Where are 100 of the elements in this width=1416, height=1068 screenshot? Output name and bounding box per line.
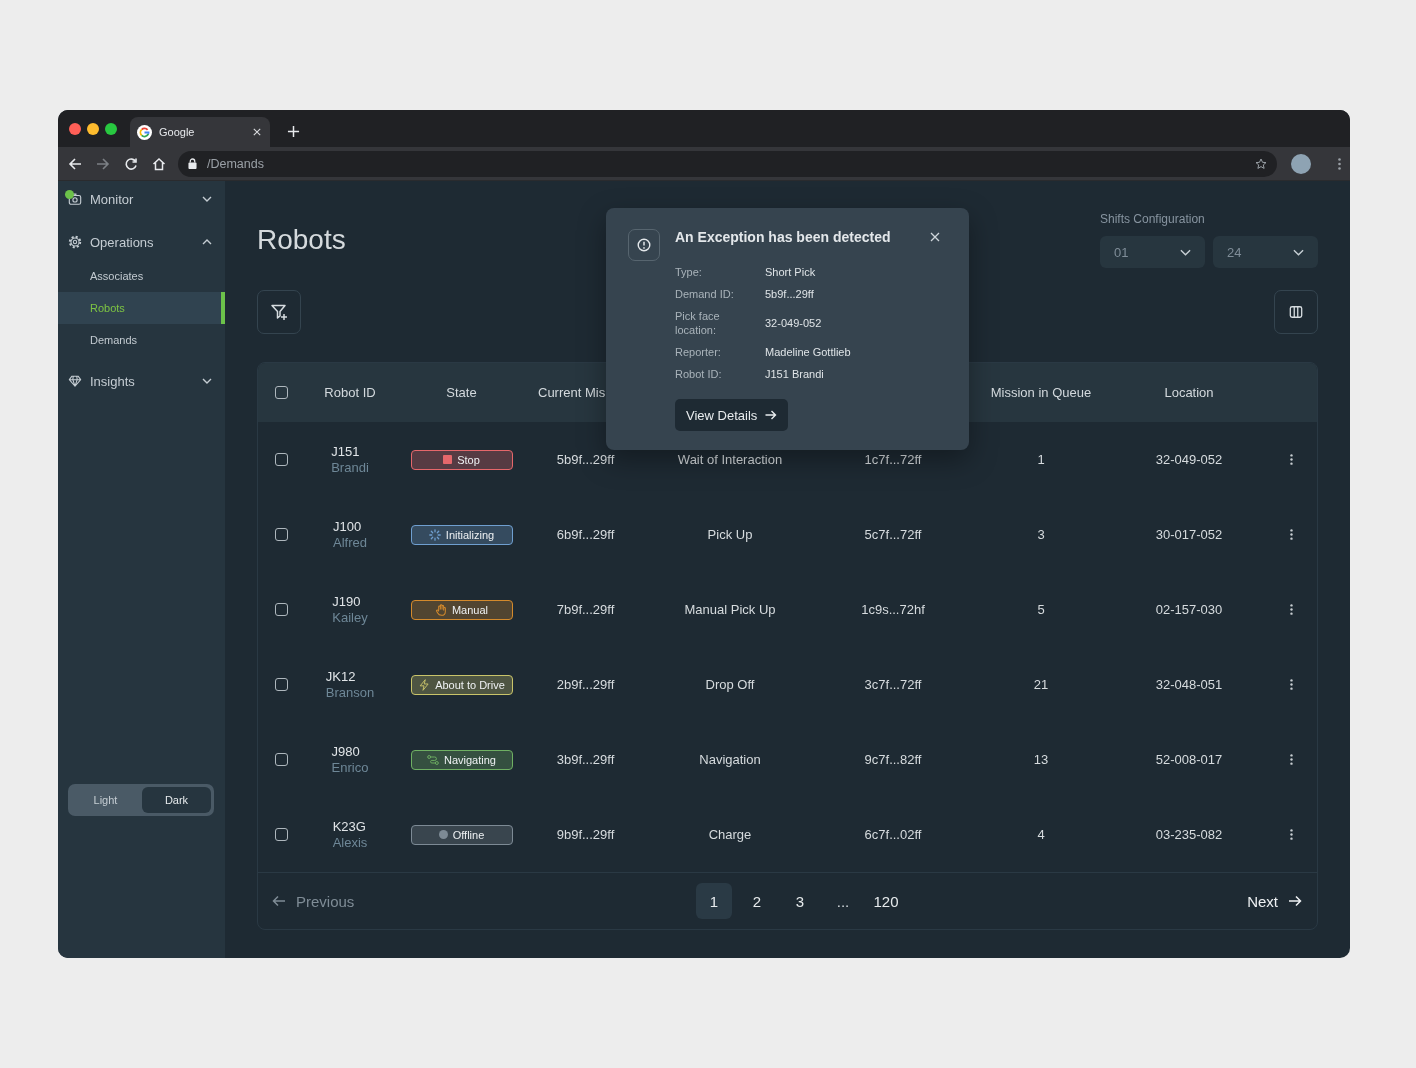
field-label: Robot ID: [675,367,722,381]
column-header: Current Mis [538,385,606,400]
columns-button[interactable] [1274,290,1318,334]
close-icon[interactable] [253,128,261,136]
minimize-window-icon[interactable] [87,122,99,135]
shift-select[interactable]: 01 [1100,236,1205,268]
robot-name: Branson [325,684,375,701]
robot-id: K23G [332,818,366,835]
sidebar-subitem[interactable]: Demands [58,324,225,356]
sidebar-subitem[interactable]: Robots [58,292,225,324]
table-cell: 3c7f...72ff [864,677,922,692]
browser-tab[interactable]: Google [130,117,270,147]
table-cell: 5b9f...29ff [556,452,615,467]
table-cell: Charge [708,827,752,842]
filter-add-icon [270,303,288,321]
page-button[interactable]: 1 [696,883,732,919]
row-checkbox[interactable] [275,603,288,616]
table-cell: 03-235-082 [1155,827,1223,842]
camera-icon [68,192,82,206]
table-cell: 02-157-030 [1155,602,1223,617]
page-button[interactable]: 120 [868,883,904,919]
select-all-checkbox[interactable] [275,386,288,399]
field-label: Pick face location: [675,309,721,337]
more-icon[interactable] [1289,529,1293,540]
field-value: 32-049-052 [765,316,822,330]
lock-icon [188,158,197,169]
sidebar-item[interactable]: Insights [58,363,225,399]
next-button[interactable]: Next [1247,892,1302,910]
table-cell: 1c9s...72hf [861,602,925,617]
robot-name: Alfred [333,534,367,551]
more-icon[interactable] [1289,679,1293,690]
theme-option[interactable]: Dark [142,787,211,813]
filter-button[interactable] [257,290,301,334]
hand-icon [434,603,447,616]
table-cell: 30-017-052 [1155,527,1223,542]
column-header: Robot ID [324,385,376,400]
close-window-icon[interactable] [69,122,81,135]
home-icon[interactable] [152,156,166,171]
more-icon[interactable] [1289,754,1293,765]
table-cell: 32-048-051 [1155,677,1223,692]
sidebar-item[interactable]: Operations [58,224,225,260]
theme-option[interactable]: Light [71,787,140,813]
robot-name: Enrico [331,759,369,776]
diamond-icon [68,374,82,388]
popup-title: An Exception has been detected [675,229,891,245]
more-icon[interactable] [1289,829,1293,840]
page-button[interactable]: 3 [782,883,818,919]
chevron-down-icon [1180,248,1191,256]
robot-id: J980 [331,743,360,760]
table-cell: 13 [1033,752,1049,767]
chevron-down-icon [1293,248,1304,256]
row-checkbox[interactable] [275,753,288,766]
arrow-right-icon [765,410,778,420]
lightning-icon [418,678,431,691]
table-cell: 4 [1037,827,1045,842]
robot-id: JK12 [325,668,356,685]
table-cell: 6c7f...02ff [864,827,922,842]
close-icon[interactable] [930,232,940,242]
table-cell: 32-049-052 [1155,452,1223,467]
page-button[interactable]: 2 [739,883,775,919]
table-cell: 21 [1033,677,1049,692]
back-icon[interactable] [68,156,82,171]
table-cell: Wait of Interaction [677,452,783,467]
table-cell: 5c7f...72ff [864,527,922,542]
table-cell: Manual Pick Up [684,602,776,617]
sidebar-item[interactable]: Monitor [58,181,225,217]
table-cell: Pick Up [707,527,753,542]
table-cell: 5 [1037,602,1045,617]
address-field[interactable]: /Demands [178,150,1277,177]
robot-id: J100 [333,518,362,535]
reload-icon[interactable] [124,156,138,171]
more-icon[interactable] [1289,604,1293,615]
maximize-window-icon[interactable] [105,122,117,135]
row-checkbox[interactable] [275,828,288,841]
table-cell: 7b9f...29ff [556,602,615,617]
avatar-icon[interactable] [1291,153,1311,174]
view-details-button[interactable]: View Details [675,399,789,431]
more-icon[interactable] [1289,454,1293,465]
row-checkbox[interactable] [275,528,288,541]
row-checkbox[interactable] [275,678,288,691]
field-label: Demand ID: [675,287,734,301]
shift-select[interactable]: 24 [1213,236,1318,268]
field-value: J151 Brandi [765,367,824,381]
route-icon [427,753,439,766]
spinner-icon [428,528,441,541]
sidebar-subitem[interactable]: Associates [58,260,225,292]
star-icon[interactable] [1255,157,1267,170]
robot-id: J151 [331,443,360,460]
column-header: Location [1164,385,1214,400]
table-cell: 1c7f...72ff [864,452,922,467]
plus-icon[interactable] [287,125,300,138]
dot-icon [438,830,448,839]
robot-name: Alexis [332,834,368,851]
robot-name: Kailey [332,609,368,626]
state-label: Manual [451,603,489,616]
page-ellipsis: ... [835,891,851,911]
arrow-left-icon [272,895,286,907]
more-icon[interactable] [1338,157,1341,170]
table-cell: 3 [1037,527,1045,542]
row-checkbox[interactable] [275,453,288,466]
